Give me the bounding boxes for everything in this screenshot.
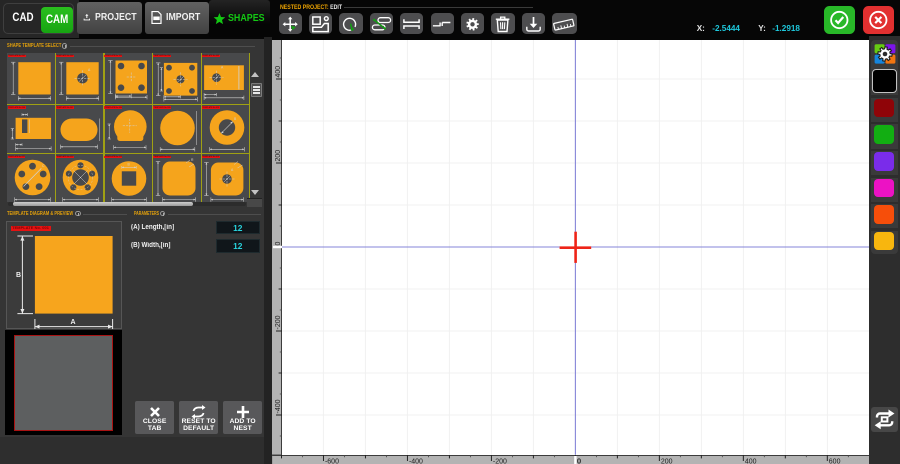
svg-text:600: 600 [828,458,840,464]
svg-text:200: 200 [660,458,672,464]
svg-text:-200: -200 [493,458,507,464]
svg-text:R: R [191,158,194,162]
svg-text:-600: -600 [325,458,339,464]
svg-text:-400: -400 [409,458,423,464]
svg-text:400: 400 [744,458,756,464]
svg-text:200: 200 [275,150,282,162]
svg-text:A: A [71,319,76,326]
svg-text:400: 400 [275,66,282,78]
svg-text:B: B [16,272,21,279]
svg-text:-200: -200 [275,315,282,329]
svg-text:0: 0 [275,241,282,245]
svg-text:-400: -400 [275,399,282,413]
svg-text:0: 0 [577,458,581,464]
